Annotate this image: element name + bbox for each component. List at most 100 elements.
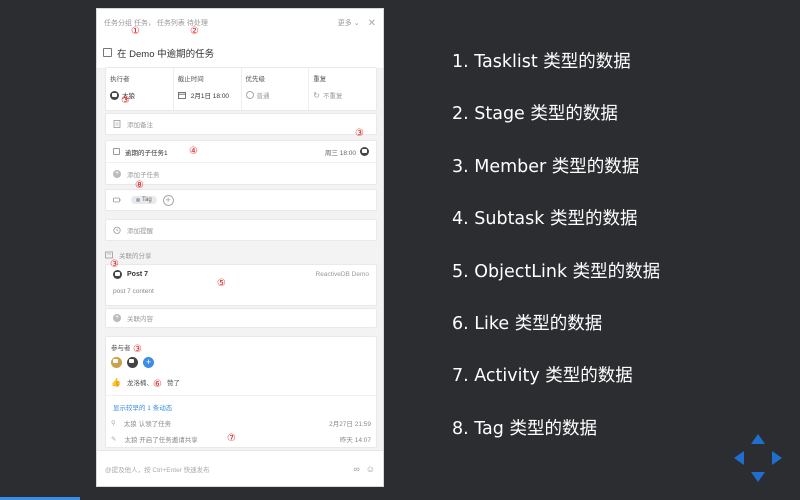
- linked-post-card[interactable]: Post 7 ReactiveDB Demo post 7 content: [105, 264, 377, 306]
- add-subtask-button[interactable]: + 添加子任务: [106, 163, 376, 185]
- add-note-button[interactable]: 添加备注: [105, 113, 377, 135]
- subtask-item[interactable]: 逾期的子任务1 周三 18:00: [106, 141, 376, 163]
- share-icon: [105, 251, 113, 259]
- emoji-icon[interactable]: ☺: [366, 464, 375, 474]
- slide-list-item: 3. Member 类型的数据: [452, 156, 640, 177]
- user-icon: ⚲: [111, 420, 116, 427]
- post-title: Post 7: [127, 271, 149, 278]
- annotation-1: ①: [131, 26, 140, 37]
- like-row: 👍 龙洛楠、 赞了: [106, 368, 376, 388]
- shares-label: 关联的分享: [119, 253, 152, 260]
- add-tag-button[interactable]: +: [162, 194, 174, 206]
- close-icon[interactable]: ✕: [368, 18, 376, 29]
- subtask-assignee-avatar[interactable]: [360, 147, 369, 156]
- nav-arrows-icon[interactable]: [732, 432, 784, 484]
- annotation-3d: ③: [133, 344, 142, 355]
- nav-up-arrow[interactable]: [751, 434, 765, 444]
- comment-input[interactable]: @提及他人，按 Ctrl+Enter 快速发布 ∞ ☺: [97, 450, 383, 486]
- add-reminder-button[interactable]: 添加提醒: [105, 219, 377, 241]
- participant-avatar[interactable]: [111, 357, 122, 368]
- task-meta-card: 执行者 太狼 截止时间 2月1日 18:00 优先级 普通 重复 ↻ 不重复: [105, 67, 377, 111]
- link-content-button[interactable]: + 关联内容: [105, 308, 377, 328]
- show-more-activities-link[interactable]: 显示较早的 1 条动态: [106, 396, 376, 412]
- nav-down-arrow[interactable]: [751, 472, 765, 482]
- note-icon: [113, 120, 121, 128]
- post-author-avatar: [113, 270, 122, 279]
- plus-icon: +: [113, 314, 121, 322]
- slide-list-item: 2. Stage 类型的数据: [452, 104, 618, 125]
- tag-label: Tag: [142, 197, 152, 203]
- assignee-field[interactable]: 执行者 太狼: [106, 68, 174, 110]
- slide-bullet-list: 1. Tasklist 类型的数据 2. Stage 类型的数据 3. Memb…: [452, 48, 660, 467]
- post-content: post 7 content: [113, 288, 154, 295]
- activity-item: ✎ 太狼 开启了任务邀请共享 昨天 14:07: [106, 428, 376, 444]
- tag-chip[interactable]: Tag: [131, 196, 157, 204]
- assignee-avatar: [110, 90, 119, 100]
- priority-value: 普通: [256, 93, 270, 100]
- alarm-icon: [113, 226, 121, 234]
- tag-icon: [113, 197, 121, 203]
- subtask-card: 逾期的子任务1 周三 18:00 + 添加子任务: [105, 140, 377, 185]
- task-title-row: 在 Demo 中逾期的任务: [97, 37, 383, 69]
- annotation-3b: ③: [355, 128, 364, 139]
- task-checkbox[interactable]: [103, 48, 112, 57]
- attachment-icon[interactable]: ∞: [353, 464, 359, 474]
- repeat-value: 不重复: [322, 93, 343, 100]
- more-menu-button[interactable]: 更多 ⌄: [338, 18, 360, 28]
- repeat-icon: ↻: [313, 90, 320, 100]
- plus-icon: +: [113, 170, 121, 178]
- annotation-7: ⑦: [227, 433, 236, 444]
- comment-placeholder: @提及他人，按 Ctrl+Enter 快速发布: [105, 466, 210, 474]
- add-note-label: 添加备注: [127, 122, 153, 129]
- more-label: 更多: [337, 20, 352, 27]
- annotation-5: ⑤: [217, 278, 226, 289]
- task-detail-panel: 任务分组 任务， 任务列表 待处理 更多 ⌄ ✕ ① ② 在 Demo 中逾期的…: [96, 8, 384, 487]
- slide-list-item: 8. Tag 类型的数据: [452, 418, 597, 439]
- slide-list-item: 5. ObjectLink 类型的数据: [452, 261, 661, 282]
- annotation-6: ⑥: [153, 379, 162, 390]
- link-content-label: 关联内容: [127, 316, 153, 323]
- priority-field[interactable]: 优先级 普通: [242, 68, 310, 110]
- slide-list-item: 6. Like 类型的数据: [452, 313, 603, 334]
- participants-list: +: [106, 352, 376, 368]
- breadcrumb-group-prefix: 任务分组: [104, 20, 132, 27]
- activity-item: ⚲ 太狼 认领了任务 2月27日 21:59: [106, 412, 376, 428]
- task-title[interactable]: 在 Demo 中逾期的任务: [117, 46, 214, 60]
- assignee-label: 执行者: [110, 76, 130, 83]
- participant-avatar[interactable]: [127, 357, 138, 368]
- subtask-name: 逾期的子任务1: [125, 149, 168, 157]
- annotation-3c: ③: [110, 259, 119, 270]
- like-names: 龙洛楠、: [126, 380, 153, 387]
- due-label: 截止时间: [177, 76, 204, 83]
- nav-right-arrow[interactable]: [772, 451, 782, 465]
- add-subtask-label: 添加子任务: [127, 172, 160, 179]
- thumbs-up-icon[interactable]: 👍: [111, 378, 121, 387]
- due-date-field[interactable]: 截止时间 2月1日 18:00: [174, 68, 242, 110]
- slide-list-item: 7. Activity 类型的数据: [452, 366, 633, 387]
- activity-text: 太狼 认领了任务: [123, 421, 172, 428]
- priority-label: 优先级: [245, 76, 266, 83]
- annotation-8: ⑧: [135, 180, 144, 191]
- participants-label: 参与者: [111, 345, 131, 352]
- calendar-icon: [177, 92, 186, 99]
- like-suffix: 赞了: [166, 380, 180, 387]
- add-reminder-label: 添加提醒: [127, 228, 153, 235]
- subtask-checkbox[interactable]: [113, 148, 120, 155]
- participants-activity-card: 参与者 + 👍 龙洛楠、 赞了 显示较早的 1 条动态 ⚲ 太狼 认领了任务 2…: [105, 336, 377, 448]
- add-participant-button[interactable]: +: [143, 357, 154, 368]
- breadcrumb-list-prefix: 任务列表: [156, 20, 185, 27]
- repeat-field[interactable]: 重复 ↻ 不重复: [309, 68, 376, 110]
- annotation-4: ④: [189, 146, 198, 157]
- activity-time: 昨天 14:07: [339, 437, 371, 444]
- post-source: ReactiveDB Demo: [315, 271, 369, 278]
- annotation-3a: ③: [121, 95, 130, 106]
- activity-text: 太狼 开启了任务邀请共享: [124, 437, 198, 444]
- chevron-down-icon: ⌄: [353, 20, 360, 27]
- annotation-2: ②: [190, 26, 199, 37]
- activity-time: 2月27日 21:59: [329, 421, 371, 428]
- nav-left-arrow[interactable]: [734, 451, 744, 465]
- tags-row: Tag +: [105, 189, 377, 211]
- priority-circle-icon: [245, 91, 254, 99]
- due-value: 2月1日 18:00: [190, 93, 230, 100]
- slide-list-item: 4. Subtask 类型的数据: [452, 209, 638, 230]
